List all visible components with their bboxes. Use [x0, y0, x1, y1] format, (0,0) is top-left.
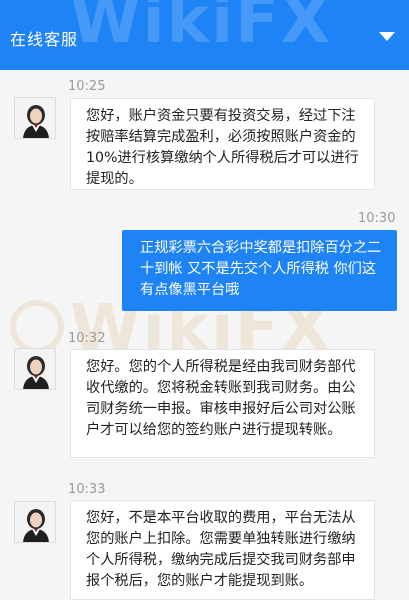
watermark-logo-icon — [10, 300, 64, 354]
message-timestamp: 10:32 — [68, 331, 106, 346]
agent-message-bubble: 您好，账户资金只要有投资交易，经过下注按赔率结算完成盈利，必须按照账户资金的10… — [70, 98, 375, 190]
message-timestamp: 10:25 — [68, 79, 106, 94]
agent-message-bubble: 您好，不是本平台收取的费用，平台无法从您的账户上扣除。您需要单独转账进行缴纳个人… — [70, 500, 375, 600]
message-timestamp: 10:33 — [68, 482, 106, 497]
agent-avatar — [14, 97, 56, 139]
agent-message-bubble: 您好。您的个人所得税是经由我司财务部代收代缴的。您将税金转账到我司财务。由公司财… — [70, 349, 375, 458]
chevron-down-icon[interactable] — [377, 28, 397, 44]
agent-avatar — [14, 348, 56, 390]
agent-avatar — [14, 501, 56, 543]
header-title: 在线客服 — [10, 30, 79, 49]
user-message-bubble: 正规彩票六合彩中奖都是扣除百分之二十到帐 又不是先交个人所得税 你们这有点像黑平… — [122, 230, 397, 311]
chat-header: 在线客服 — [0, 0, 409, 70]
message-timestamp: 10:30 — [358, 211, 396, 226]
